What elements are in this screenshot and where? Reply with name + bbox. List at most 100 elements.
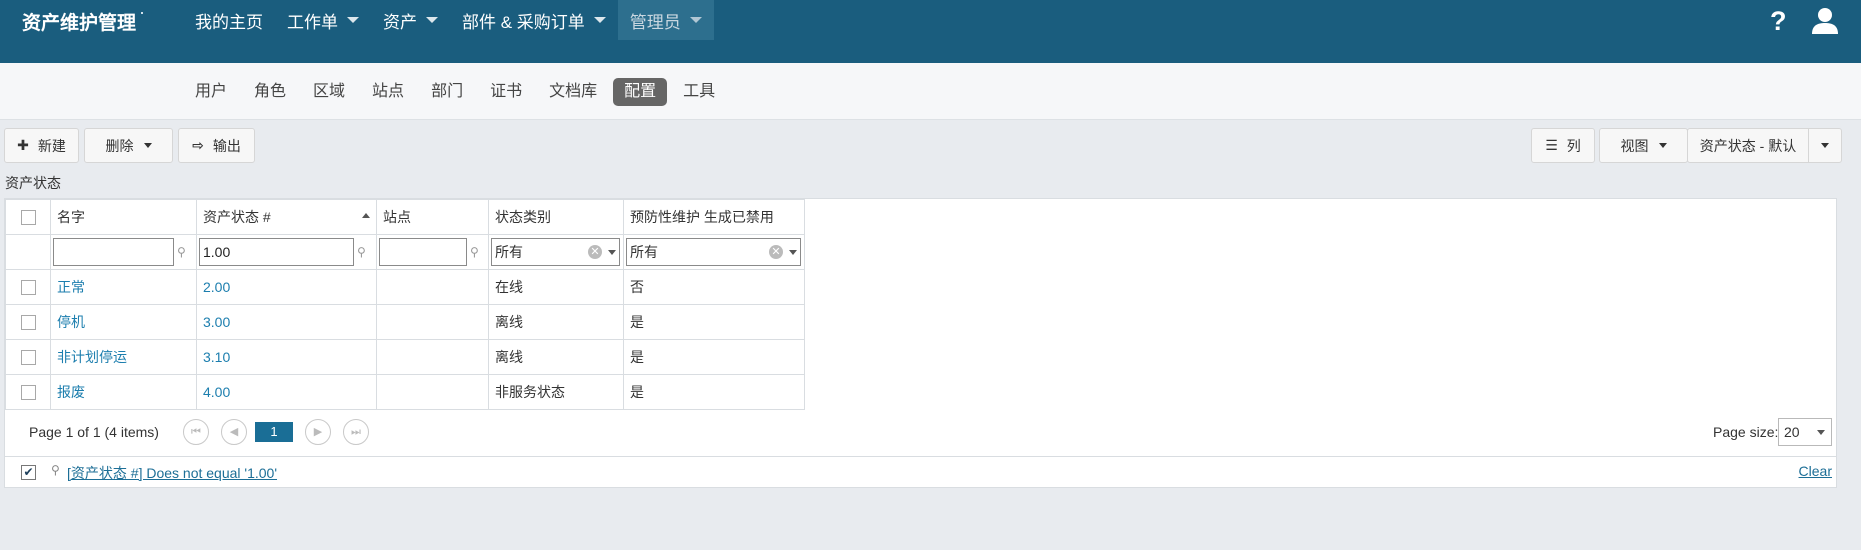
chevron-down-icon [689,17,702,23]
row-name-link[interactable]: 非计划停运 [57,349,127,365]
nav-item-home[interactable]: 我的主页 [183,0,275,40]
current-page-button[interactable]: 1 [255,422,293,442]
row-name-link[interactable]: 报废 [57,384,85,400]
filter-row: ⚲ ⚲ ⚲ 所有 ✕ 所有 ✕ [5,234,805,270]
tab-regions[interactable]: 区域 [302,78,356,106]
site-filter-input[interactable] [379,238,467,266]
filter-enabled-checkbox[interactable]: ✔ [21,465,36,480]
cell-category: 离线 [488,339,624,375]
row-checkbox[interactable] [20,280,36,296]
column-header-name[interactable]: 名字 [50,199,197,235]
nav-item-work-orders[interactable]: 工作单 [275,0,371,40]
next-page-icon[interactable]: ▶ [305,419,331,445]
page-size-select[interactable]: 20 [1778,418,1832,446]
number-filter-input[interactable] [199,238,354,266]
pager: Page 1 of 1 (4 items) ⏮ ◀ 1 ▶ ⏭ Page siz… [5,412,1836,452]
column-header-number[interactable]: 资产状态 # [196,199,377,235]
tab-document-library[interactable]: 文档库 [538,78,608,106]
category-filter-combo[interactable]: 所有 ✕ [491,238,620,266]
row-name-link[interactable]: 正常 [57,279,85,295]
filter-pin-icon[interactable]: ⚲ [470,245,479,259]
pager-summary: Page 1 of 1 (4 items) [29,424,159,440]
tab-users[interactable]: 用户 [184,78,238,106]
row-select-cell [5,339,51,375]
view-dropdown-button[interactable] [1808,128,1842,163]
help-icon[interactable]: ? [1770,6,1787,37]
table-row[interactable]: 正常 2.00 在线 否 [5,269,805,305]
tab-configuration[interactable]: 配置 [613,78,668,106]
nav-item-label: 部件 & 采购订单 [462,12,585,32]
nav-item-admin[interactable]: 管理员 [617,0,714,40]
columns-button[interactable]: ☰ 列 [1531,128,1595,163]
nav-item-label: 管理员 [629,12,681,32]
table-row[interactable]: 非计划停运 3.10 离线 是 [5,339,805,375]
new-button-label: 新建 [37,137,66,154]
previous-page-icon[interactable]: ◀ [221,419,247,445]
top-navigation-bar: 资产维护管理 我的主页 工作单 资产 部件 & 采购订单 管理员 ? [0,0,1861,63]
tab-sites[interactable]: 站点 [361,78,415,106]
table-row[interactable]: 报废 4.00 非服务状态 是 [5,374,805,410]
category-filter-value: 所有 [495,244,523,260]
row-number-link[interactable]: 2.00 [203,279,230,295]
view-selector[interactable]: 资产状态 - 默认 [1687,128,1809,163]
nav-item-parts-purchase-orders[interactable]: 部件 & 采购订单 [450,0,618,40]
row-number-link[interactable]: 3.10 [203,349,230,365]
cell-pm-disabled: 否 [623,269,805,305]
select-all-checkbox[interactable] [20,210,36,226]
row-name-link[interactable]: 停机 [57,314,85,330]
chevron-down-icon[interactable] [608,249,616,255]
cell-name: 非计划停运 [50,339,197,375]
clear-icon[interactable]: ✕ [769,245,783,259]
last-page-icon[interactable]: ⏭ [343,419,369,445]
filter-pin-icon[interactable]: ⚲ [177,245,186,259]
export-button-label: 输出 [212,137,241,154]
delete-button[interactable]: 删除 [84,128,173,163]
row-select-cell [5,269,51,305]
cell-number: 3.10 [196,339,377,375]
tab-roles[interactable]: 角色 [243,78,297,106]
cell-pm-disabled: 是 [623,339,805,375]
view-button[interactable]: 视图 [1599,128,1688,163]
tab-certificates[interactable]: 证书 [479,78,533,106]
table-row[interactable]: 停机 3.00 离线 是 [5,304,805,340]
export-button[interactable]: ⇨ 输出 [178,128,255,163]
cell-category: 离线 [488,304,624,340]
chevron-down-icon[interactable] [789,249,797,255]
column-header-pm-disabled[interactable]: 预防性维护 生成已禁用 [623,199,805,235]
nav-item-assets[interactable]: 资产 [371,0,450,40]
chevron-down-icon [143,143,152,148]
clear-filter-link[interactable]: Clear [1799,463,1832,479]
name-filter-input[interactable] [53,238,174,266]
sort-ascending-icon [362,213,370,218]
cell-number: 2.00 [196,269,377,305]
pm-disabled-filter-combo[interactable]: 所有 ✕ [626,238,801,266]
column-header-category[interactable]: 状态类别 [488,199,624,235]
column-header-site[interactable]: 站点 [376,199,489,235]
app-brand[interactable]: 资产维护管理 [22,8,136,35]
cell-category: 在线 [488,269,624,305]
tab-tools[interactable]: 工具 [672,78,726,106]
page-size-label: Page size: [1713,424,1779,440]
cell-name: 停机 [50,304,197,340]
tab-departments[interactable]: 部门 [420,78,474,106]
row-number-link[interactable]: 3.00 [203,314,230,330]
row-number-link[interactable]: 4.00 [203,384,230,400]
cell-number: 3.00 [196,304,377,340]
user-icon[interactable] [1810,6,1840,36]
row-checkbox[interactable] [20,385,36,401]
delete-button-label: 删除 [105,137,134,154]
first-page-icon[interactable]: ⏮ [183,419,209,445]
cell-name: 正常 [50,269,197,305]
clear-icon[interactable]: ✕ [588,245,602,259]
chevron-down-icon [1821,143,1829,148]
page-size-value: 20 [1784,424,1800,440]
row-checkbox[interactable] [20,315,36,331]
filter-expression-link[interactable]: [资产状态 #] Does not equal '1.00' [67,463,277,483]
new-button[interactable]: ✚ 新建 [4,128,79,163]
row-checkbox[interactable] [20,350,36,366]
filter-pin-icon[interactable]: ⚲ [357,245,366,259]
cell-pm-disabled: 是 [623,304,805,340]
nav-item-label: 资产 [383,12,417,32]
chevron-down-icon [347,17,359,23]
chevron-down-icon [593,17,606,23]
